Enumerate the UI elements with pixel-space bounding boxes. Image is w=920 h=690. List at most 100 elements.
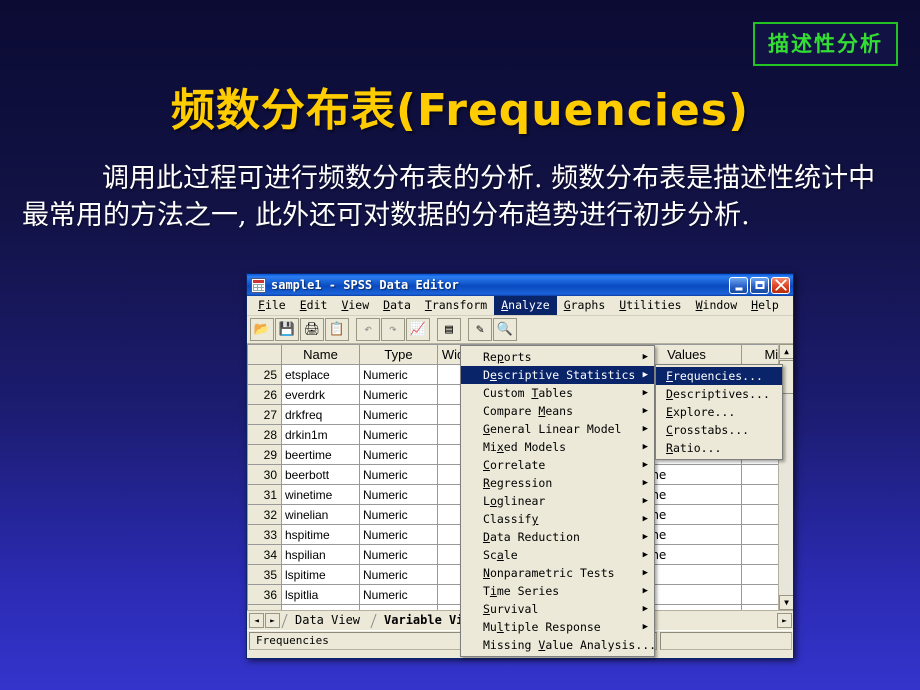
submenu-item-frequencies[interactable]: Frequencies... [656,367,782,385]
print-icon[interactable]: 🖨 [300,318,324,341]
menu-item-multiple-response[interactable]: Multiple Response ▶ [461,618,654,636]
row-number-cell[interactable]: 26 [247,384,282,405]
variable-type-cell[interactable]: Numeric [359,364,438,385]
tab-scroll-left-icon[interactable]: ◄ [249,613,264,628]
descriptive-statistics-submenu[interactable]: Frequencies... Descriptives... Explore... C… [655,364,783,460]
status-extra [660,631,792,650]
submenu-arrow-icon: ▶ [642,532,648,542]
variable-name-cell[interactable]: lspitime [281,564,360,585]
scroll-down-icon[interactable]: ▼ [779,595,793,610]
submenu-arrow-icon: ▶ [642,406,648,416]
variable-name-cell[interactable]: beertime [281,444,360,465]
menu-view[interactable]: View [334,296,376,315]
variable-type-cell[interactable]: Numeric [359,424,438,445]
menu-analyze[interactable]: Analyze [494,296,557,315]
menu-item-descriptive-statistics[interactable]: Descriptive Statistics ▶ [461,366,654,384]
menu-transform[interactable]: Transform [418,296,494,315]
row-number-cell[interactable]: 28 [247,424,282,445]
horizontal-scroll-right-icon[interactable]: ► [777,613,792,628]
variable-type-cell[interactable]: Numeric [359,564,438,585]
variable-name-cell[interactable]: hspitime [281,524,360,545]
menu-window[interactable]: Window [689,296,745,315]
submenu-item-descriptives[interactable]: Descriptives... [656,385,782,403]
submenu-arrow-icon: ▶ [642,352,648,362]
menu-item-regression[interactable]: Regression ▶ [461,474,654,492]
menu-data[interactable]: Data [376,296,418,315]
menu-item-scale[interactable]: Scale ▶ [461,546,654,564]
close-icon[interactable] [771,276,790,294]
menu-item-mixed-models[interactable]: Mixed Models ▶ [461,438,654,456]
variable-name-cell[interactable]: winetime [281,484,360,505]
scroll-up-icon[interactable]: ▲ [779,344,793,359]
row-number-cell[interactable]: 27 [247,404,282,425]
menu-item-custom-tables[interactable]: Custom Tables ▶ [461,384,654,402]
row-number-cell[interactable]: 35 [247,564,282,585]
tab-data-view[interactable]: Data View [281,612,371,629]
variable-type-cell[interactable]: Numeric [359,584,438,605]
menu-edit[interactable]: Edit [293,296,335,315]
variable-type-cell[interactable]: Numeric [359,544,438,565]
submenu-item-crosstabs[interactable]: Crosstabs... [656,421,782,439]
undo-icon: ↶ [356,318,380,341]
minimize-icon[interactable] [729,276,748,294]
variable-name-cell[interactable]: drkfreq [281,404,360,425]
row-number-cell[interactable]: 30 [247,464,282,485]
column-header[interactable]: Name [281,344,360,365]
tab-scroll-right-icon[interactable]: ► [265,613,280,628]
submenu-arrow-icon: ▶ [642,460,648,470]
menu-item-general-linear-model[interactable]: General Linear Model ▶ [461,420,654,438]
variable-type-cell[interactable]: Numeric [359,444,438,465]
variable-name-cell[interactable]: drkin1m [281,424,360,445]
variable-type-cell[interactable]: Numeric [359,384,438,405]
recall-dialog-icon[interactable]: 📋 [325,318,349,341]
submenu-arrow-icon: ▶ [642,424,648,434]
variable-name-cell[interactable]: beerbott [281,464,360,485]
variable-name-cell[interactable]: lspitlia [281,584,360,605]
menu-file[interactable]: File [251,296,293,315]
menu-item-classify[interactable]: Classify ▶ [461,510,654,528]
row-number-cell[interactable]: 36 [247,584,282,605]
menu-item-nonparametric-tests[interactable]: Nonparametric Tests ▶ [461,564,654,582]
variable-type-cell[interactable]: Numeric [359,464,438,485]
column-header[interactable] [247,344,282,365]
open-file-icon[interactable]: 📂 [250,318,274,341]
goto-chart-icon: 📈 [406,318,430,341]
menu-item-reports[interactable]: Reports ▶ [461,348,654,366]
menubar: File Edit View Data Transform Analyze Graphs Ut… [247,296,793,316]
menu-item-correlate[interactable]: Correlate ▶ [461,456,654,474]
menu-utilities[interactable]: Utilities [612,296,688,315]
variable-type-cell[interactable]: Numeric [359,504,438,525]
menu-item-loglinear[interactable]: Loglinear ▶ [461,492,654,510]
variable-name-cell[interactable]: etsplace [281,364,360,385]
maximize-icon[interactable] [750,276,769,294]
row-number-cell[interactable]: 34 [247,544,282,565]
variables-icon[interactable]: ✎ [468,318,492,341]
submenu-item-explore[interactable]: Explore... [656,403,782,421]
variable-name-cell[interactable]: hspilian [281,544,360,565]
save-file-icon[interactable]: 💾 [275,318,299,341]
window-titlebar[interactable]: sample1 - SPSS Data Editor [247,274,793,296]
variable-name-cell[interactable]: everdrk [281,384,360,405]
menu-item-missing-value-analysis[interactable]: Missing Value Analysis... [461,636,656,654]
variable-name-cell[interactable]: winelian [281,504,360,525]
variable-type-cell[interactable]: Numeric [359,484,438,505]
column-header[interactable]: Type [359,344,438,365]
variable-type-cell[interactable]: Numeric [359,524,438,545]
menu-item-time-series[interactable]: Time Series ▶ [461,582,654,600]
variable-type-cell[interactable]: Numeric [359,404,438,425]
row-number-cell[interactable]: 29 [247,444,282,465]
menu-item-compare-means[interactable]: Compare Means ▶ [461,402,654,420]
slide-body-text: 调用此过程可进行频数分布表的分析. 频数分布表是描述性统计中最常用的方法之一, … [22,163,876,231]
find-icon[interactable]: 🔍 [493,318,517,341]
menu-item-data-reduction[interactable]: Data Reduction ▶ [461,528,654,546]
row-number-cell[interactable]: 25 [247,364,282,385]
submenu-item-ratio[interactable]: Ratio... [656,439,782,457]
menu-help[interactable]: Help [744,296,786,315]
menu-item-survival[interactable]: Survival ▶ [461,600,654,618]
analyze-dropdown-menu[interactable]: Reports ▶ Descriptive Statistics ▶ Custom Ta… [460,345,656,657]
row-number-cell[interactable]: 33 [247,524,282,545]
goto-case-icon[interactable]: ▤ [437,318,461,341]
row-number-cell[interactable]: 31 [247,484,282,505]
menu-graphs[interactable]: Graphs [557,296,613,315]
row-number-cell[interactable]: 32 [247,504,282,525]
